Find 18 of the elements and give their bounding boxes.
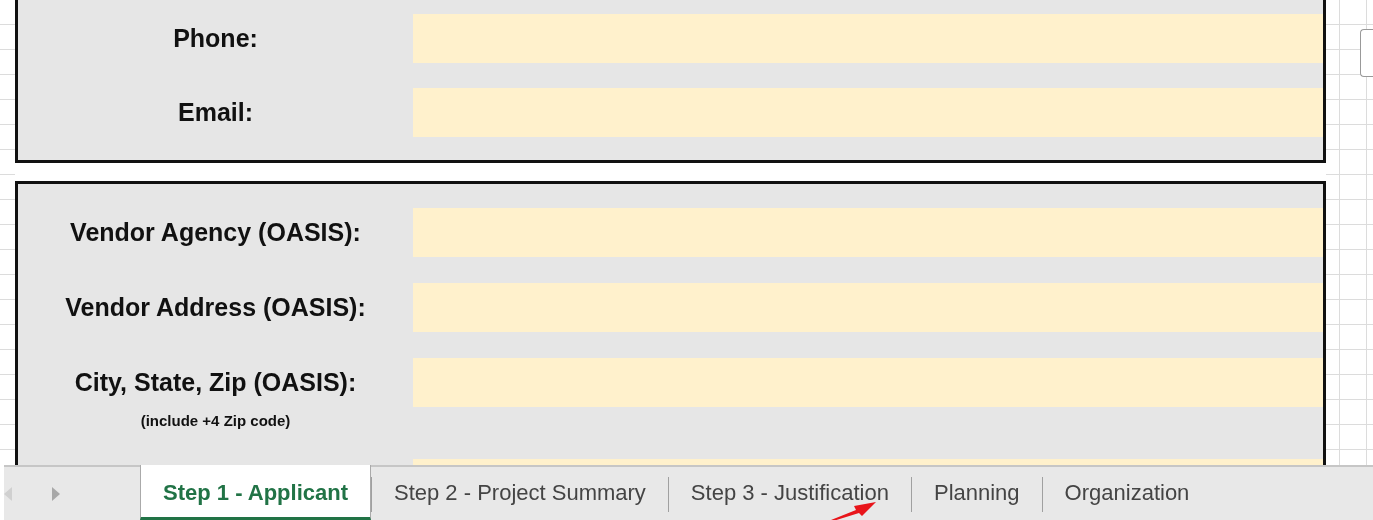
sheet-tab[interactable]: Step 1 - Applicant [140,465,371,520]
input-field[interactable] [413,208,1323,257]
sheet-tab[interactable]: Step 3 - Justification [668,465,911,520]
sheet-tab[interactable]: Planning [911,465,1042,520]
sheet-tab[interactable]: Step 2 - Project Summary [372,465,668,520]
scroll-right-icon[interactable] [52,486,60,501]
input-field[interactable] [413,283,1323,332]
input-field[interactable] [413,14,1323,63]
sheet-tab[interactable]: Organization [1042,465,1212,520]
field-label: Phone: [173,24,258,53]
field-label: Email: [178,98,253,127]
field-hint: (include +4 Zip code) [140,411,291,429]
field-label: City, State, Zip (OASIS): [74,368,357,397]
field-label: Vendor Agency (OASIS): [70,218,361,247]
input-field[interactable] [413,88,1323,137]
scroll-left-icon[interactable] [4,486,12,501]
field-label: Vendor Address (OASIS): [65,293,366,322]
input-field[interactable] [413,358,1323,407]
